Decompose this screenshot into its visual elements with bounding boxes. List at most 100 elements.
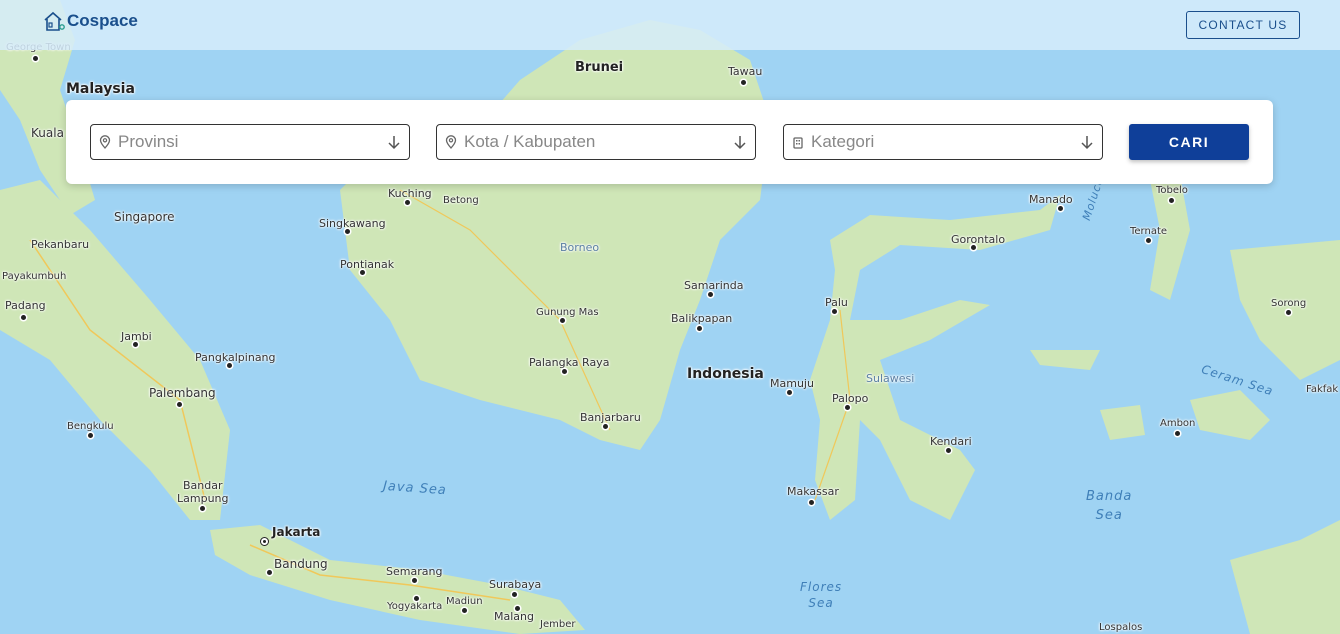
map-label-brunei: Brunei	[575, 60, 624, 75]
map-city-marker	[1058, 206, 1063, 211]
map-label-pangkalpinang: Pangkalpinang	[195, 351, 276, 364]
map-label-surabaya: Surabaya	[489, 578, 542, 591]
map-city-marker	[462, 608, 467, 613]
map-label-ambon: Ambon	[1160, 418, 1196, 429]
map-label-payakumbuh: Payakumbuh	[2, 271, 67, 282]
category-select[interactable]: Kategori	[783, 124, 1103, 160]
map-label-kuching: Kuching	[388, 187, 432, 200]
map-label-tobelo: Tobelo	[1156, 185, 1188, 196]
brand-name: Cospace	[67, 11, 138, 30]
map-label-pontianak: Pontianak	[340, 258, 395, 271]
map-label-lospalos: Lospalos	[1099, 622, 1143, 633]
map-city-marker	[88, 433, 93, 438]
map-city-marker	[560, 318, 565, 323]
map-label-fakfak: Fakfak	[1306, 384, 1339, 395]
map-label-yogyakarta: Yogyakarta	[387, 601, 443, 612]
search-button[interactable]: CARI	[1129, 124, 1249, 160]
map-city-marker	[1175, 431, 1180, 436]
map-label-betong: Betong	[443, 195, 479, 206]
map-label-borneo: Borneo	[560, 241, 600, 254]
map-city-marker	[345, 229, 350, 234]
contact-us-button[interactable]: CONTACT US	[1186, 11, 1300, 39]
map-label-singkawang: Singkawang	[319, 217, 386, 230]
map-label-malaysia: Malaysia	[66, 81, 135, 97]
map-label-gunung-mas: Gunung Mas	[536, 307, 599, 318]
map-city-marker	[267, 570, 272, 575]
map-city-marker	[200, 506, 205, 511]
location-pin-icon	[92, 135, 118, 149]
map-label-palopo: Palopo	[832, 392, 869, 405]
map-label-sulawesi: Sulawesi	[866, 372, 915, 385]
map-label-jember: Jember	[540, 619, 576, 630]
map-city-marker	[562, 369, 567, 374]
map-label-bandung: Bandung	[274, 557, 328, 571]
map-label-palembang: Palembang	[149, 386, 216, 400]
map-city-marker	[809, 500, 814, 505]
map-label-padang: Padang	[5, 299, 46, 312]
map-label-semarang: Semarang	[386, 565, 443, 578]
map-city-marker	[971, 245, 976, 250]
map-label-manado: Manado	[1029, 193, 1073, 206]
map-city-marker	[414, 596, 419, 601]
map-label-kuala: Kuala	[31, 126, 64, 140]
map-city-marker	[1169, 198, 1174, 203]
province-placeholder: Provinsi	[118, 132, 179, 151]
map-city-marker	[1286, 310, 1291, 315]
map-city-marker	[33, 56, 38, 61]
arrow-down-icon	[1072, 134, 1102, 150]
map-city-marker	[946, 448, 951, 453]
map-city-marker	[405, 200, 410, 205]
map-label-pekanbaru: Pekanbaru	[31, 238, 90, 251]
map-label-banjarbaru: Banjarbaru	[580, 411, 641, 424]
map-city-marker	[177, 402, 182, 407]
map-label-tawau: Tawau	[728, 65, 763, 78]
map-city-marker	[21, 315, 26, 320]
map-city-marker	[708, 292, 713, 297]
map-label-madiun: Madiun	[446, 596, 483, 607]
building-icon	[785, 135, 811, 149]
arrow-down-icon	[379, 134, 409, 150]
city-select[interactable]: Kota / Kabupaten	[436, 124, 756, 160]
map-city-marker	[787, 390, 792, 395]
map-city-marker	[227, 363, 232, 368]
brand-logo[interactable]: Cospace	[42, 9, 138, 33]
map-background[interactable]: George Town Malaysia Kuala Brunei Tawau …	[0, 0, 1340, 634]
map-label-mamuju: Mamuju	[770, 377, 814, 390]
map-label-gorontalo: Gorontalo	[951, 233, 1006, 246]
map-label-banda-sea: Banda Sea	[1086, 489, 1133, 523]
search-panel: Provinsi Kota / Kabupaten Kategori CARI	[66, 100, 1273, 184]
arrow-down-icon	[725, 134, 755, 150]
map-city-marker	[845, 405, 850, 410]
map-city-marker	[603, 424, 608, 429]
map-label-singapore: Singapore	[114, 210, 175, 224]
map-label-palangka-raya: Palangka Raya	[529, 356, 610, 369]
map-label-jambi: Jambi	[121, 330, 152, 343]
map-label-jakarta: Jakarta	[272, 525, 321, 539]
house-logo-icon	[44, 11, 65, 31]
category-placeholder: Kategori	[811, 132, 875, 151]
map-label-malang: Malang	[494, 610, 534, 623]
map-city-marker	[832, 309, 837, 314]
province-select[interactable]: Provinsi	[90, 124, 410, 160]
map-city-marker	[512, 592, 517, 597]
location-pin-icon	[438, 135, 464, 149]
map-city-marker	[741, 80, 746, 85]
map-label-balikpapan: Balikpapan	[671, 312, 733, 325]
top-navbar: Cospace CONTACT US	[0, 0, 1340, 50]
map-label-kendari: Kendari	[930, 435, 972, 448]
map-capital-marker	[260, 537, 269, 546]
map-city-marker	[1146, 238, 1151, 243]
map-label-samarinda: Samarinda	[684, 279, 744, 292]
map-city-marker	[412, 578, 417, 583]
map-city-marker	[697, 326, 702, 331]
map-canvas[interactable]	[0, 0, 1340, 634]
map-label-bandar-lampung: Bandar Lampung	[177, 479, 229, 505]
map-city-marker	[360, 270, 365, 275]
map-label-bengkulu: Bengkulu	[67, 421, 114, 432]
map-label-ternate: Ternate	[1130, 226, 1168, 237]
map-label-palu: Palu	[825, 296, 848, 309]
map-label-makassar: Makassar	[787, 485, 839, 498]
map-label-sorong: Sorong	[1271, 298, 1307, 309]
map-label-indonesia: Indonesia	[687, 366, 764, 382]
map-city-marker	[515, 606, 520, 611]
